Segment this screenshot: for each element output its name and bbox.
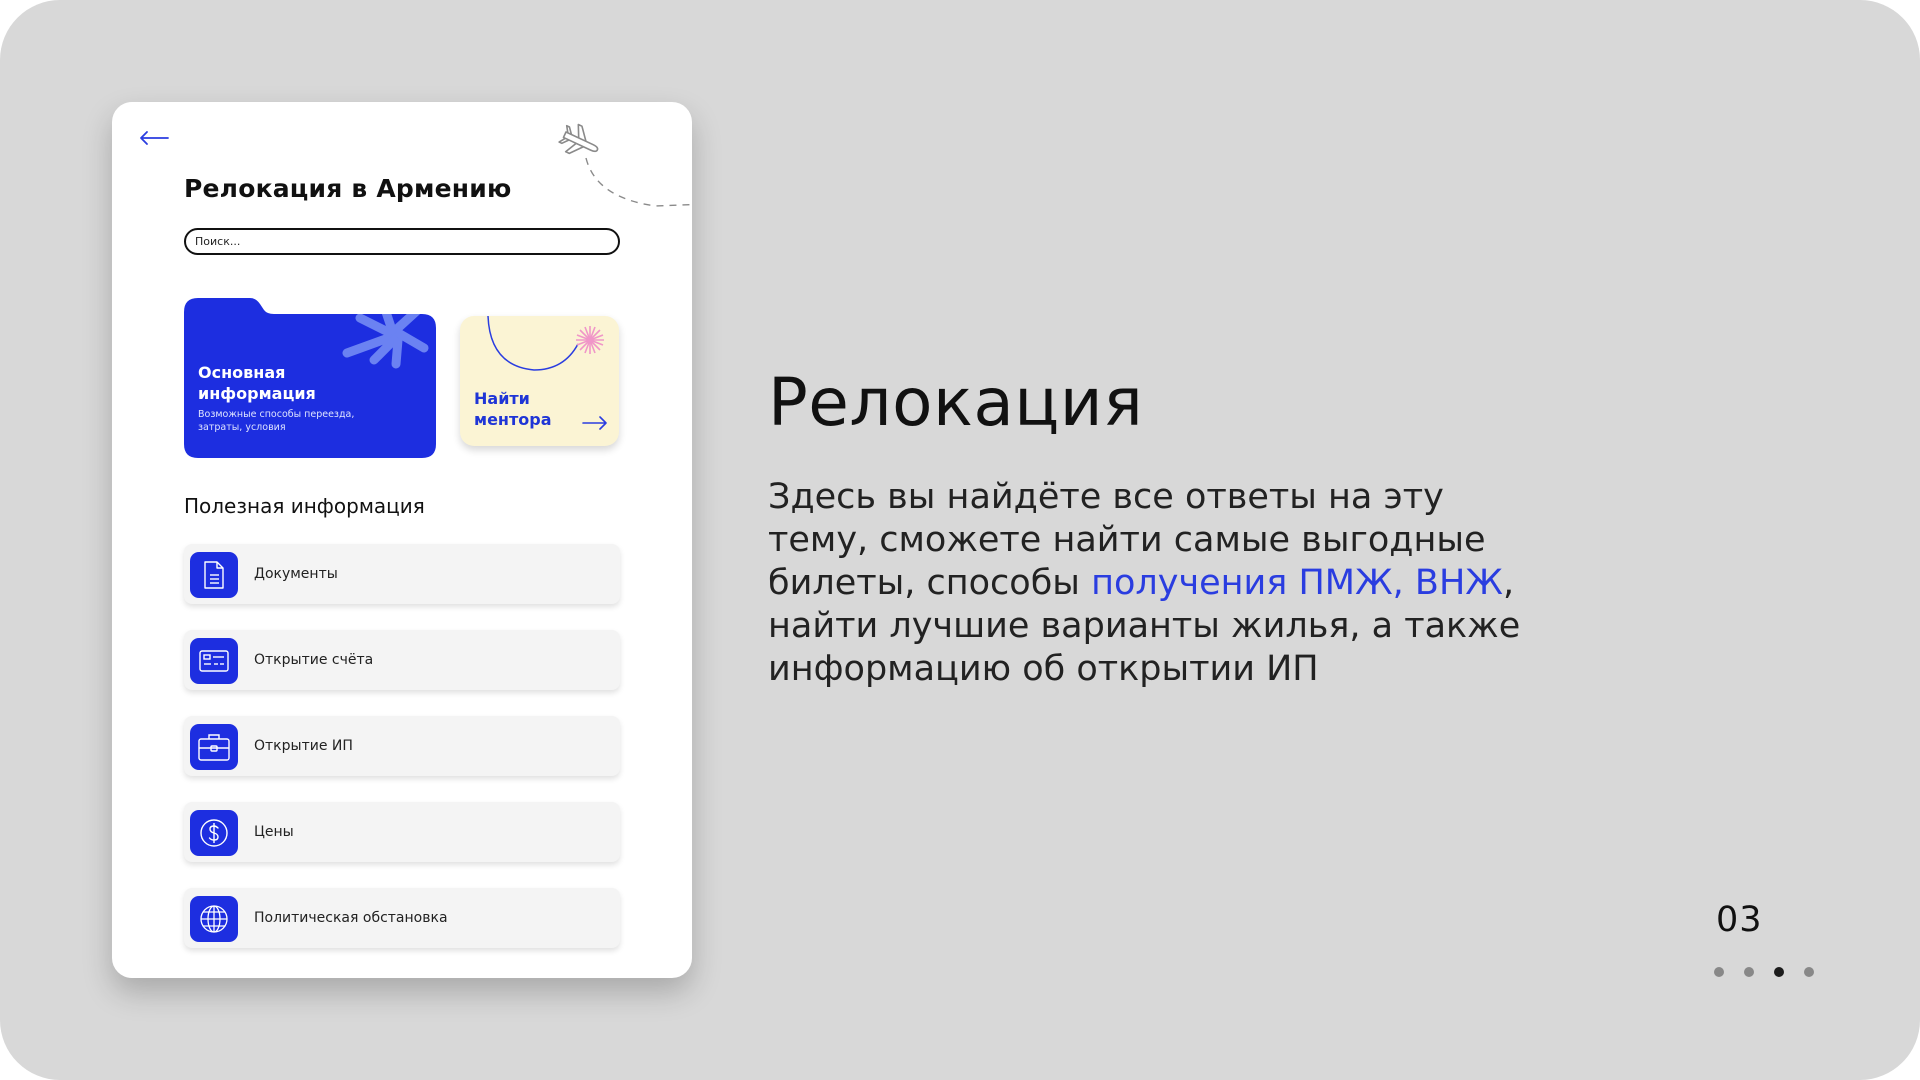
app-screen-card: Релокация в Армению Основная и [112,102,692,978]
main-card-title: Основная информация [198,363,316,403]
slide-headline: Релокация [768,364,1144,441]
airplane-icon [558,123,692,207]
list-item-label: Открытие ИП [254,738,353,754]
list-item-open-business[interactable]: Открытие ИП [184,716,620,776]
pagination-dot[interactable] [1804,967,1814,977]
list-item-label: Политическая обстановка [254,910,448,926]
pagination-dot[interactable] [1744,967,1754,977]
useful-info-heading: Полезная информация [184,494,425,518]
main-info-card[interactable]: Основная информация Возможные способы пе… [184,298,436,458]
list-item-politics[interactable]: Политическая обстановка [184,888,620,948]
slide-body-text: Здесь вы найдёте все ответы на эту тему,… [768,476,1548,691]
pagination-dots [1714,967,1814,977]
screen-title: Релокация в Армению [184,174,512,203]
arrow-right-icon [582,416,607,430]
dollar-icon [190,810,238,856]
page-number: 03 [1716,900,1763,940]
find-mentor-label: Найти ментора [474,389,552,429]
list-item-bank-account[interactable]: Открытие счёта [184,630,620,690]
back-arrow-icon[interactable] [138,130,170,146]
document-icon [190,552,238,598]
pagination-dot-active[interactable] [1774,967,1784,977]
main-card-subtitle: Возможные способы переезда, затраты, усл… [198,409,355,433]
list-item-label: Документы [254,566,338,582]
pagination-dot[interactable] [1714,967,1724,977]
list-item-label: Цены [254,824,294,840]
list-item-label: Открытие счёта [254,652,374,668]
find-mentor-card[interactable]: Найти ментора [460,316,619,446]
list-item-prices[interactable]: Цены [184,802,620,862]
slide-background: Релокация в Армению Основная и [0,0,1920,1080]
search-input[interactable] [184,228,620,255]
list-item-documents[interactable]: Документы [184,544,620,604]
globe-icon [190,896,238,942]
bank-card-icon [190,638,238,684]
briefcase-icon [190,724,238,770]
body-text-highlight: получения ПМЖ, ВНЖ [1091,563,1503,603]
